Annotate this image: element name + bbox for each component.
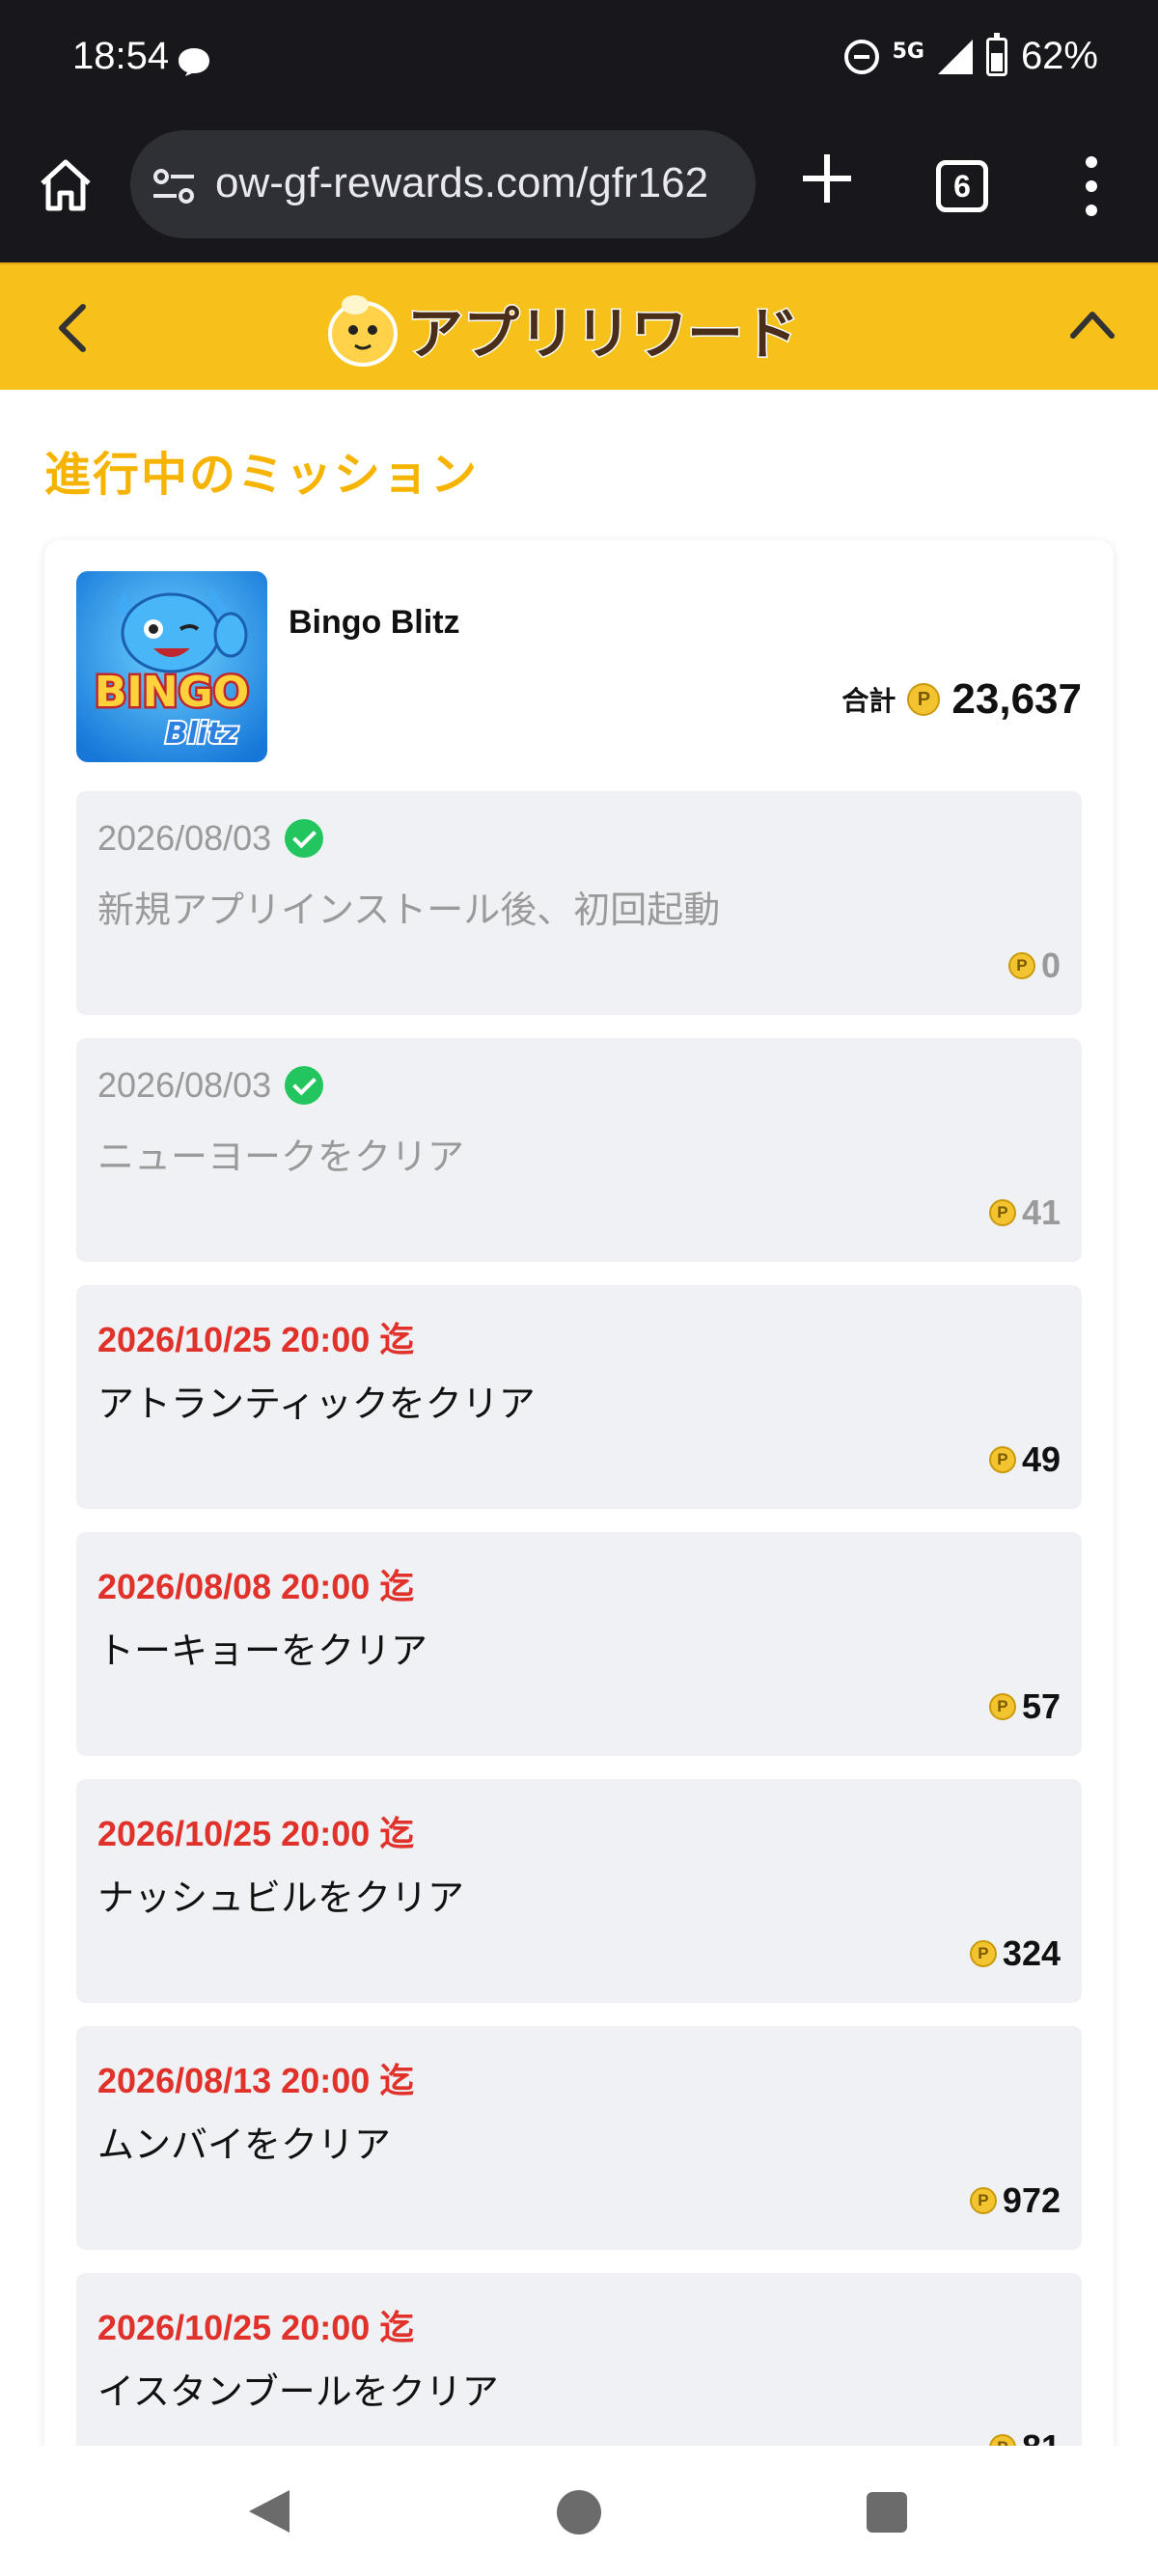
mission-title: アトランティックをクリア: [97, 1383, 536, 1425]
mission-deadline: 2026/08/13 20:00 迄: [97, 2053, 414, 2103]
back-chevron-icon[interactable]: [48, 301, 96, 355]
mission-item[interactable]: 2026/10/25 20:00 迄アトランティックをクリア P 49: [76, 1285, 1082, 1509]
app-name: Bingo Blitz: [289, 604, 460, 641]
battery-percent: 62%: [1020, 35, 1098, 77]
point-coin-icon: P: [907, 683, 941, 716]
browser-toolbar: ow-gf-rewards.com/gfr162 6: [0, 125, 1158, 262]
check-circle-icon: [285, 819, 324, 858]
mission-item[interactable]: 2026/08/13 20:00 迄ムンバイをクリア P 972: [76, 2026, 1082, 2250]
app-icon-subtext: Blitz: [165, 717, 238, 751]
status-bar: 18:54 5G 62%: [0, 0, 1158, 125]
mission-points-value: 57: [1021, 1686, 1061, 1726]
do-not-disturb-icon: [843, 39, 879, 74]
mission-deadline: 2026/08/08 20:00 迄: [97, 1559, 414, 1609]
mission-points: P 57: [988, 1686, 1061, 1727]
app-icon-text: BINGO: [95, 668, 249, 717]
mission-points: P0: [1007, 945, 1061, 986]
mission-title: イスタンブールをクリア: [97, 2370, 499, 2413]
overflow-menu-icon[interactable]: [1081, 156, 1104, 216]
mission-deadline: 2026/10/25 20:00 迄: [97, 1806, 414, 1856]
point-coin-icon: P: [969, 2187, 997, 2214]
mission-title: ナッシュビルをクリア: [97, 1877, 465, 1919]
bingo-blitz-app-icon[interactable]: BINGO Blitz: [76, 571, 267, 762]
mission-date-text: 2026/08/03: [97, 818, 272, 858]
nav-home-icon[interactable]: [557, 2490, 601, 2535]
mission-completed-date: 2026/08/03: [97, 1065, 324, 1106]
mission-points: P 972: [969, 2180, 1061, 2221]
total-points: 合計 P 23,637: [841, 675, 1082, 724]
mission-item[interactable]: 2026/08/03 新規アプリインストール後、初回起動 P 0: [76, 791, 1082, 1015]
mission-points-value: 0: [1040, 945, 1061, 985]
mission-date-text: 2026/10/25 20:00 迄: [97, 1320, 415, 1359]
point-coin-icon: P: [988, 1199, 1016, 1226]
mission-date-text: 2026/08/08 20:00 迄: [97, 1567, 415, 1606]
app-header: アプリリワード: [0, 262, 1158, 390]
chat-bubble-icon: [179, 48, 209, 76]
mission-date-text: 2026/10/25 20:00 迄: [97, 1814, 415, 1853]
point-coin-icon: P: [1007, 952, 1035, 979]
nav-recents-icon[interactable]: [867, 2492, 907, 2533]
mission-title: ニューヨークをクリア: [97, 1136, 465, 1178]
mission-date-text: 2026/08/13 20:00 迄: [97, 2061, 415, 2100]
mission-points: P 41: [988, 1192, 1061, 1233]
mission-card: BINGO Blitz Bingo Blitz 合計 P 23,637 2026…: [44, 540, 1114, 2566]
collapse-chevron-icon[interactable]: [1067, 305, 1117, 343]
status-time: 18:54: [72, 35, 170, 77]
mission-points-value: 324: [1002, 1933, 1061, 1973]
site-settings-icon[interactable]: [152, 167, 196, 206]
total-value: 23,637: [951, 675, 1082, 723]
point-coin-icon: P: [988, 1693, 1016, 1720]
mission-title: トーキョーをクリア: [97, 1630, 428, 1672]
mission-title: 新規アプリインストール後、初回起動: [97, 889, 721, 931]
mission-item[interactable]: 2026/08/08 20:00 迄トーキョーをクリア P 57: [76, 1532, 1082, 1756]
point-coin-icon: P: [988, 1446, 1016, 1473]
total-label: 合計: [841, 685, 896, 717]
mission-deadline: 2026/10/25 20:00 迄: [97, 2300, 414, 2350]
address-bar[interactable]: ow-gf-rewards.com/gfr162: [130, 130, 756, 238]
mission-points: P 324: [969, 1933, 1061, 1974]
logo-text: アプリリワード: [407, 301, 799, 367]
mission-title: ムンバイをクリア: [97, 2124, 392, 2166]
mission-points-value: 972: [1002, 2180, 1061, 2220]
mission-points-value: 49: [1021, 1439, 1061, 1479]
mission-item[interactable]: 2026/10/25 20:00 迄ナッシュビルをクリア P 324: [76, 1779, 1082, 2003]
battery-icon: [985, 32, 1007, 76]
mission-points-value: 41: [1021, 1192, 1061, 1232]
app-reward-logo: アプリリワード: [328, 295, 801, 369]
home-icon[interactable]: [37, 156, 95, 214]
signal-icon: [937, 39, 973, 74]
mission-date-text: 2026/10/25 20:00 迄: [97, 2308, 415, 2347]
network-type: 5G: [892, 39, 924, 64]
mission-points: P 49: [988, 1439, 1061, 1480]
tab-switcher-button[interactable]: 6: [936, 160, 988, 212]
point-coin-icon: P: [969, 1940, 997, 1967]
mission-deadline: 2026/10/25 20:00 迄: [97, 1312, 414, 1362]
new-tab-icon[interactable]: [803, 154, 851, 203]
check-circle-icon: [285, 1066, 324, 1105]
url-text: ow-gf-rewards.com/gfr162: [215, 159, 709, 206]
mission-completed-date: 2026/08/03: [97, 818, 324, 859]
nav-back-icon[interactable]: [249, 2490, 290, 2533]
system-nav-bar: [0, 2446, 1158, 2576]
section-title: 進行中のミッション: [44, 448, 480, 502]
mission-date-text: 2026/08/03: [97, 1065, 272, 1105]
mission-item[interactable]: 2026/08/03 ニューヨークをクリア P 41: [76, 1038, 1082, 1262]
